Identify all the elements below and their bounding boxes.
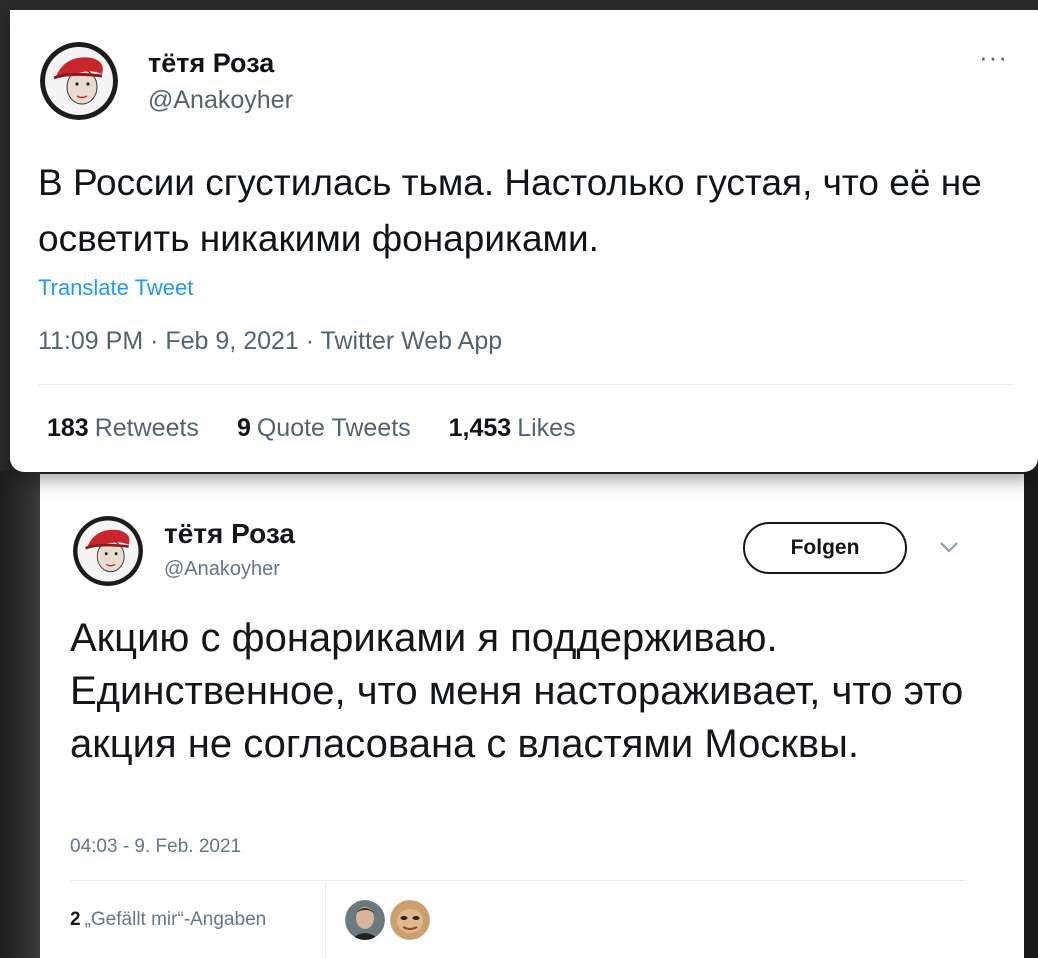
avatar[interactable] <box>73 516 143 586</box>
liker-avatar[interactable] <box>390 900 430 940</box>
stat-label: Likes <box>517 414 576 442</box>
stat-count: 1,453 <box>448 414 512 442</box>
tweet-text: В России сгустилась тьма. Настолько густ… <box>38 162 982 259</box>
avatar-image <box>73 516 143 586</box>
liker-avatar[interactable] <box>345 900 385 940</box>
tweet-text: Акцию с фонариками я поддерживаю. Единст… <box>70 616 964 766</box>
divider <box>70 880 966 881</box>
stat-label: Retweets <box>94 414 199 442</box>
stat-count: 183 <box>47 414 89 442</box>
background-strip-right <box>1024 470 1038 958</box>
liker-avatar-image <box>390 900 430 940</box>
author-handle[interactable]: @Anakoyher <box>148 86 293 115</box>
tweet-meta[interactable]: 04:03 - 9. Feb. 2021 <box>70 836 241 858</box>
bottom-tweet-card: тётя Роза @Anakoyher Folgen Акцию с фона… <box>40 474 1024 958</box>
more-options-icon[interactable]: ··· <box>979 42 1008 73</box>
author-handle[interactable]: @Anakoyher <box>164 558 280 581</box>
tweet-meta[interactable]: 11:09 PM · Feb 9, 2021 · Twitter Web App <box>38 327 502 356</box>
author-name[interactable]: тётя Роза <box>164 518 295 550</box>
translate-tweet-link[interactable]: Translate Tweet <box>38 275 193 301</box>
stat-count: 9 <box>236 414 251 442</box>
chevron-down-icon[interactable] <box>938 540 960 554</box>
top-tweet-card: тётя Роза @Anakoyher ··· В России сгусти… <box>10 10 1038 472</box>
likes-number: 2 <box>70 909 81 930</box>
divider <box>38 384 1012 385</box>
likes-count[interactable]: 2 „Gefällt mir“-Angaben <box>70 882 326 958</box>
avatar-image <box>40 42 118 120</box>
author-name[interactable]: тётя Роза <box>148 48 274 79</box>
stat-label: Quote Tweets <box>256 414 411 442</box>
follow-button[interactable]: Folgen <box>743 522 907 574</box>
likes-stat[interactable]: 1,453 Likes <box>449 414 576 443</box>
background-strip-left <box>0 470 40 958</box>
tweet-stats: 183 Retweets 9 Quote Tweets 1,453 Likes <box>47 414 614 443</box>
likes-label: „Gefällt mir“-Angaben <box>84 909 267 930</box>
avatar[interactable] <box>40 42 118 120</box>
liker-avatar-image <box>345 900 385 940</box>
retweets-stat[interactable]: 183 Retweets <box>47 414 199 443</box>
quote-tweets-stat[interactable]: 9 Quote Tweets <box>237 414 411 443</box>
